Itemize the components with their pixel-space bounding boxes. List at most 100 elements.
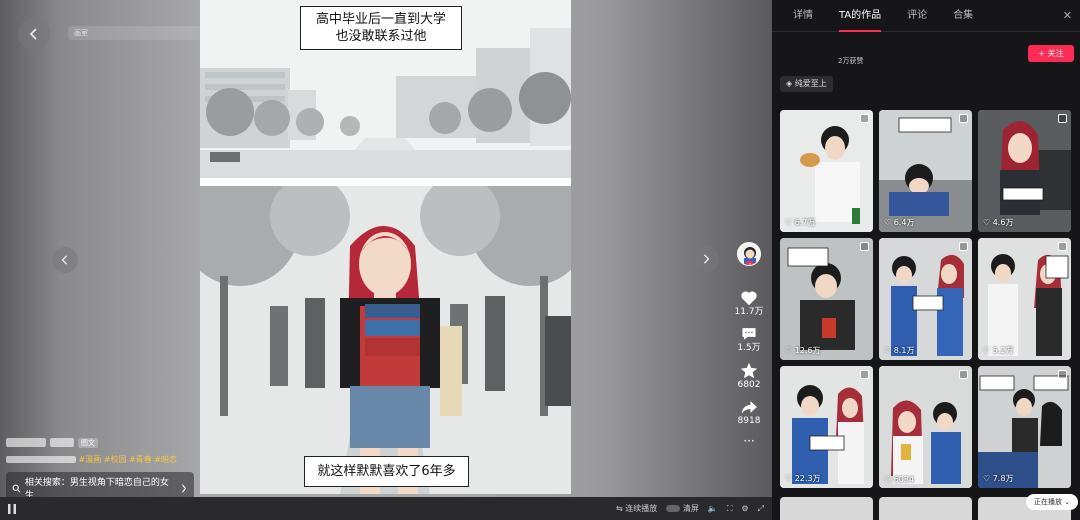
work-like-count: ♡ 7.8万: [983, 474, 1014, 483]
chevron-left-icon: [61, 255, 68, 265]
work-count-value: 6034: [893, 475, 915, 484]
side-panel: 详情 TA的作品 评论 合集 ✕ 2万获赞 + 关注 ◈ 纯爱至上 ♡ 6.7万…: [772, 0, 1080, 520]
more-button[interactable]: ···: [734, 435, 764, 447]
share-icon: [741, 401, 757, 414]
app-root: 画室 高中毕业后一直到大学 也没敢联系过他 就这样默默喜欢了6年多 + 11.7…: [0, 0, 1080, 520]
tab-comments[interactable]: 评论: [894, 0, 940, 32]
work-count-value: 12.6万: [794, 346, 821, 355]
now-playing-badge[interactable]: 正在播放 ⌄: [1026, 494, 1078, 510]
thumbnail-art: [879, 366, 972, 488]
expand-icon[interactable]: ⤢: [758, 504, 764, 514]
clear-screen-toggle[interactable]: 清屏: [666, 503, 699, 514]
image-set-icon: [860, 370, 869, 379]
layers-icon: ◈: [786, 79, 793, 88]
author-row: 图文: [6, 436, 196, 449]
work-thumbnail[interactable]: ♡ 5.2万: [978, 238, 1071, 360]
sort-chip[interactable]: ◈ 纯爱至上: [780, 76, 833, 92]
top-search-box[interactable]: 画室: [68, 26, 208, 40]
work-like-count: ♡ 6.7万: [785, 218, 816, 227]
image-set-icon: [860, 242, 869, 251]
comment-button[interactable]: 1.5万: [734, 326, 764, 354]
work-thumbnail[interactable]: ♡ 12.6万: [780, 238, 873, 360]
description-blurred: [6, 456, 76, 463]
control-bar-right: ⇆ 连续播放 清屏 🔈 ⛶ ⚙ ⤢: [616, 503, 764, 514]
work-thumbnail[interactable]: ♡ 6.7万: [780, 110, 873, 232]
video-player[interactable]: 画室 高中毕业后一直到大学 也没敢联系过他 就这样默默喜欢了6年多 + 11.7…: [0, 0, 772, 520]
work-count-value: 6.7万: [794, 218, 816, 227]
work-count-value: 5.2万: [992, 346, 1014, 355]
comic-panel-campus: 高中毕业后一直到大学 也没敢联系过他: [200, 0, 571, 178]
thumbnail-art: [879, 110, 972, 232]
panel-tabs: 详情 TA的作品 评论 合集 ✕: [772, 0, 1080, 32]
post-date-blurred: [50, 438, 74, 447]
continuous-play-label: 连续播放: [625, 504, 658, 513]
toggle-switch: [666, 505, 681, 512]
share-count: 8918: [737, 416, 761, 426]
comic-panel-girl: 就这样默默喜欢了6年多: [200, 186, 571, 494]
work-thumbnail[interactable]: ♡ 7.8万: [978, 366, 1071, 488]
caption-top-line1: 高中毕业后一直到大学: [315, 12, 446, 27]
thumbnail-art: [879, 238, 972, 360]
next-button[interactable]: [693, 246, 719, 272]
image-set-icon: [1058, 114, 1067, 123]
image-set-icon: [1058, 370, 1067, 379]
chevron-left-icon: [29, 28, 37, 40]
tag-1[interactable]: #漫画: [79, 455, 102, 464]
chevron-right-icon: [703, 254, 710, 264]
tab-works[interactable]: TA的作品: [826, 0, 894, 32]
continuous-play-toggle[interactable]: ⇆ 连续播放: [616, 503, 657, 514]
thumbnail-art: [780, 366, 873, 488]
work-count-value: 6.4万: [893, 218, 915, 227]
work-count-value: 8.1万: [893, 346, 915, 355]
fullscreen-icon[interactable]: ⛶: [727, 504, 733, 514]
like-button[interactable]: 11.7万: [734, 290, 764, 318]
thumbnail-art: [978, 366, 1071, 488]
chevron-right-icon: [182, 483, 187, 493]
work-like-count: ♡ 6034: [884, 475, 915, 484]
tab-collection[interactable]: 合集: [940, 0, 986, 32]
back-button[interactable]: [18, 18, 50, 50]
follow-plus-icon[interactable]: +: [745, 261, 755, 265]
work-thumbnail[interactable]: ♡ 4.6万: [978, 110, 1071, 232]
work-count-value: 7.8万: [992, 474, 1014, 483]
work-thumbnail[interactable]: [780, 497, 873, 520]
work-thumbnail[interactable]: ♡ 22.3万: [780, 366, 873, 488]
settings-icon[interactable]: ⚙: [741, 504, 748, 513]
author-avatar[interactable]: +: [737, 242, 761, 266]
work-thumbnail[interactable]: ♡ 6034: [879, 366, 972, 488]
work-thumbnail[interactable]: [879, 497, 972, 520]
tag-2[interactable]: #校园: [104, 455, 127, 464]
comic-image: 高中毕业后一直到大学 也没敢联系过他 就这样默默喜欢了6年多: [200, 0, 571, 494]
work-like-count: ♡ 5.2万: [983, 346, 1014, 355]
heart-icon: [741, 291, 757, 306]
sort-chip-label: 纯爱至上: [794, 79, 827, 88]
star-icon: [740, 362, 758, 379]
image-set-icon: [860, 114, 869, 123]
share-button[interactable]: 8918: [734, 399, 764, 427]
image-set-icon: [959, 242, 968, 251]
clear-label: 清屏: [682, 504, 699, 513]
author-name-blurred[interactable]: [6, 438, 46, 447]
tag-4[interactable]: #暗恋: [154, 455, 177, 464]
tab-details[interactable]: 详情: [780, 0, 826, 32]
favorite-button[interactable]: 6802: [734, 362, 764, 391]
work-like-count: ♡ 22.3万: [785, 474, 821, 483]
thumbnail-art: [780, 238, 873, 360]
image-set-icon: [1058, 242, 1067, 251]
work-like-count: ♡ 8.1万: [884, 346, 915, 355]
search-icon: [12, 484, 21, 493]
follow-button[interactable]: + 关注: [1028, 45, 1074, 62]
likes-total: 2万获赞: [838, 57, 864, 65]
search-text: 画室: [74, 29, 88, 37]
previous-button[interactable]: [52, 247, 78, 273]
volume-icon[interactable]: 🔈: [708, 504, 718, 513]
work-thumbnail[interactable]: ♡ 6.4万: [879, 110, 972, 232]
favorite-count: 6802: [737, 380, 761, 390]
pause-icon[interactable]: [8, 503, 16, 514]
image-set-icon: [959, 370, 968, 379]
work-thumbnail[interactable]: ♡ 8.1万: [879, 238, 972, 360]
control-bar: ⇆ 连续播放 清屏 🔈 ⛶ ⚙ ⤢: [0, 497, 772, 520]
tag-3[interactable]: #青春: [129, 455, 152, 464]
close-icon[interactable]: ✕: [1063, 9, 1072, 22]
caption-top-line2: 也没敢联系过他: [335, 29, 427, 44]
